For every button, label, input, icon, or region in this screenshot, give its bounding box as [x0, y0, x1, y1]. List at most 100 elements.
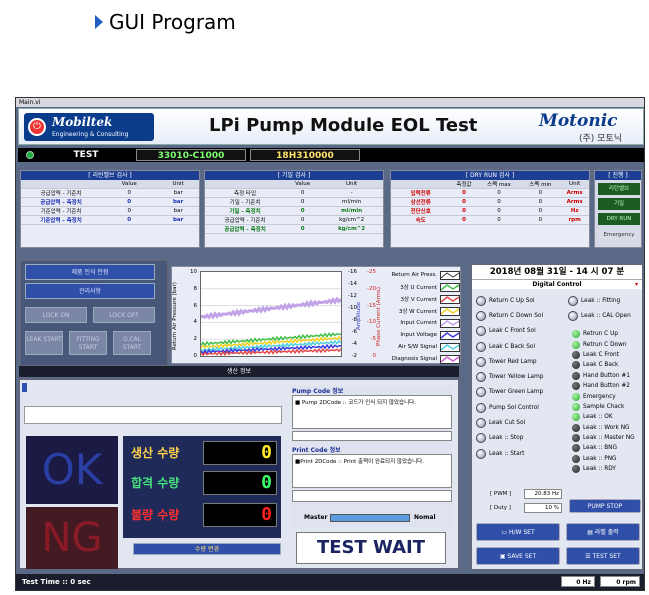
sol-button-label: Pump Sol Control — [489, 404, 539, 411]
table-cell: Arms — [560, 197, 589, 207]
sol-button[interactable]: Tower Green Lamp — [476, 385, 562, 400]
sol-button[interactable]: Leak :: Start — [476, 446, 562, 461]
y-axis-mid-label: Amplitude — [356, 301, 362, 331]
round-button-icon — [476, 295, 486, 306]
col-header: Unit — [320, 180, 383, 189]
table-cell: 0 — [285, 197, 321, 207]
sol-button[interactable]: Pump Sol Control — [476, 400, 562, 415]
dry-panel-title: [ DRY RUN 검사 ] — [391, 171, 589, 180]
status-lamp: Emergency — [572, 391, 644, 401]
main-title: LPi Pump Module EOL Test — [209, 115, 478, 136]
table-cell: 기준압력 - 측정치 — [21, 215, 102, 225]
sol-button[interactable]: Tower Yellow Lamp — [476, 369, 562, 384]
col-header — [21, 180, 102, 189]
progress-leak: 리턴밸브 — [598, 183, 640, 195]
pump-code-text: ■ Pump 2DCode :: 코드가 인식 되지 않았습니다. — [292, 395, 452, 429]
company-subtitle: Engineering & Consulting — [52, 131, 129, 138]
sol-button-label: Tower Green Lamp — [489, 389, 544, 396]
table-cell: 0 — [101, 188, 158, 198]
label-print-button[interactable]: ▤ 라벨 출력 — [566, 523, 640, 541]
indicator-icon — [22, 383, 27, 392]
pass-label: 합격 수량 — [131, 476, 180, 490]
table-cell: 0 — [285, 188, 321, 198]
sol-button-label: Tower Yellow Lamp — [489, 374, 544, 381]
window-title: Main.vi — [19, 99, 41, 106]
datetime-display: 2018년 08월 31일 - 14 시 07 분 — [472, 265, 642, 279]
sol-button[interactable]: Leak Cut Sol — [476, 415, 562, 430]
legend-label: Input Current — [400, 320, 437, 326]
leak-start-button[interactable]: LEAK START — [25, 331, 63, 355]
legend-swatch — [440, 282, 460, 292]
table-row: 상선전류 0 0 0 Arms — [391, 197, 589, 207]
hz-display: 0 Hz — [561, 576, 595, 587]
lock-off-button[interactable]: LOCK OFF — [93, 307, 155, 323]
duty-label: [ Duty ] — [490, 505, 511, 511]
status-lamp: Leak :: RDY — [572, 464, 644, 474]
leak-button[interactable]: Leak :: Fitting — [568, 293, 642, 308]
table-cell: 0 — [285, 206, 321, 216]
table-cell: 0 — [101, 197, 158, 207]
app-window: Main.vi ⏻ Mobiltek Engineering & Consult… — [15, 97, 645, 591]
sol-button[interactable]: Return C Up Sol — [476, 293, 562, 308]
table-row: 기준압력 - 측정치 0 bar — [21, 215, 199, 225]
tick-label: -15 — [367, 302, 376, 309]
table-row: 기밀 - 기준치 0 ml/min — [205, 197, 383, 207]
lamp-label: Leak :: BNG — [583, 445, 618, 452]
table-row: 공급압력 - 기준치 0 bar — [21, 188, 199, 198]
sol-button[interactable]: Leak :: Stop — [476, 431, 562, 446]
control-mode-select[interactable]: Digital Control ▾ — [472, 279, 642, 289]
fitting-start-button[interactable]: FITTING START — [69, 331, 107, 355]
power-icon[interactable]: ⏻ — [28, 118, 46, 136]
lamp-label: Leak :: Work NG — [583, 424, 630, 431]
duty-value[interactable]: 10 % — [524, 503, 562, 513]
legend-item: 3상 V Current — [384, 293, 460, 305]
pump-code-title: Pump Code 정보 — [292, 388, 344, 395]
table-cell: 0 — [477, 197, 521, 207]
table-cell: 측정 타입 — [205, 188, 286, 198]
legend-item: 3상 U Current — [384, 281, 460, 293]
table-cell: 0 — [285, 215, 321, 225]
table-row: 입력전류 0 0 0 Arms — [391, 188, 589, 198]
ocal-start-button[interactable]: O.CAL START — [113, 331, 151, 355]
test-set-button[interactable]: ☰ TEST SET — [566, 547, 640, 565]
leak-button[interactable]: Leak :: CAL Open — [568, 308, 642, 323]
legend-swatch — [440, 306, 460, 316]
table-cell: 0 — [450, 215, 478, 225]
lamp-icon — [572, 330, 580, 339]
status-lamp: Sample Chack — [572, 402, 644, 412]
sol-button-label: Leak Cut Sol — [489, 420, 526, 427]
sol-button[interactable]: Return C Down Sol — [476, 308, 562, 323]
sol-button[interactable]: Leak C Back Sol — [476, 339, 562, 354]
change-count-button[interactable]: 수량 변경 — [133, 543, 281, 555]
table-row: 기준압력 - 기준치 0 bar — [21, 206, 199, 216]
sol-button[interactable]: Leak C Front Sol — [476, 324, 562, 339]
table-cell: 기밀 - 측정치 — [205, 206, 286, 216]
master-normal-slider[interactable] — [330, 514, 410, 522]
hw-set-label: H/W SET — [508, 529, 535, 536]
sol-button-label: Return C Down Sol — [489, 312, 544, 319]
table-cell: 0 — [101, 215, 158, 225]
table-cell: 0 — [450, 188, 478, 198]
col-header — [205, 180, 286, 189]
lamp-label: Hand Button #2 — [583, 383, 630, 390]
round-button-icon — [476, 356, 486, 367]
print-code-panel: Print Code 정보 ■Print 2DCode :: Print 출력이… — [292, 445, 452, 527]
status-lamp: Leak C Back — [572, 360, 644, 370]
lock-on-button[interactable]: LOCK ON — [25, 307, 87, 323]
y-left-ticks: 10 8 6 4 2 0 — [182, 269, 198, 359]
progress-dryrun: DRY RUN — [598, 213, 640, 225]
table-cell: bar — [157, 197, 199, 207]
pump-stop-button[interactable]: PUMP STOP — [569, 499, 641, 513]
save-set-button[interactable]: ▣ SAVE SET — [476, 547, 560, 565]
lamp-icon — [572, 402, 580, 411]
manage-button[interactable]: 관리사항 — [25, 283, 155, 299]
product-status-button[interactable]: 제품 인식 안됨 — [25, 264, 155, 280]
lamp-label: Sample Chack — [583, 403, 625, 410]
sol-button[interactable]: Tower Red Lamp — [476, 354, 562, 369]
air-panel-title: [ 기밀 검사 ] — [205, 171, 383, 180]
round-button-icon — [568, 295, 578, 306]
lamp-label: Retrun C Up — [583, 331, 618, 338]
hw-set-button[interactable]: ▭ H/W SET — [476, 523, 560, 541]
lamp-icon — [572, 423, 580, 432]
tick-label: -25 — [367, 269, 376, 275]
